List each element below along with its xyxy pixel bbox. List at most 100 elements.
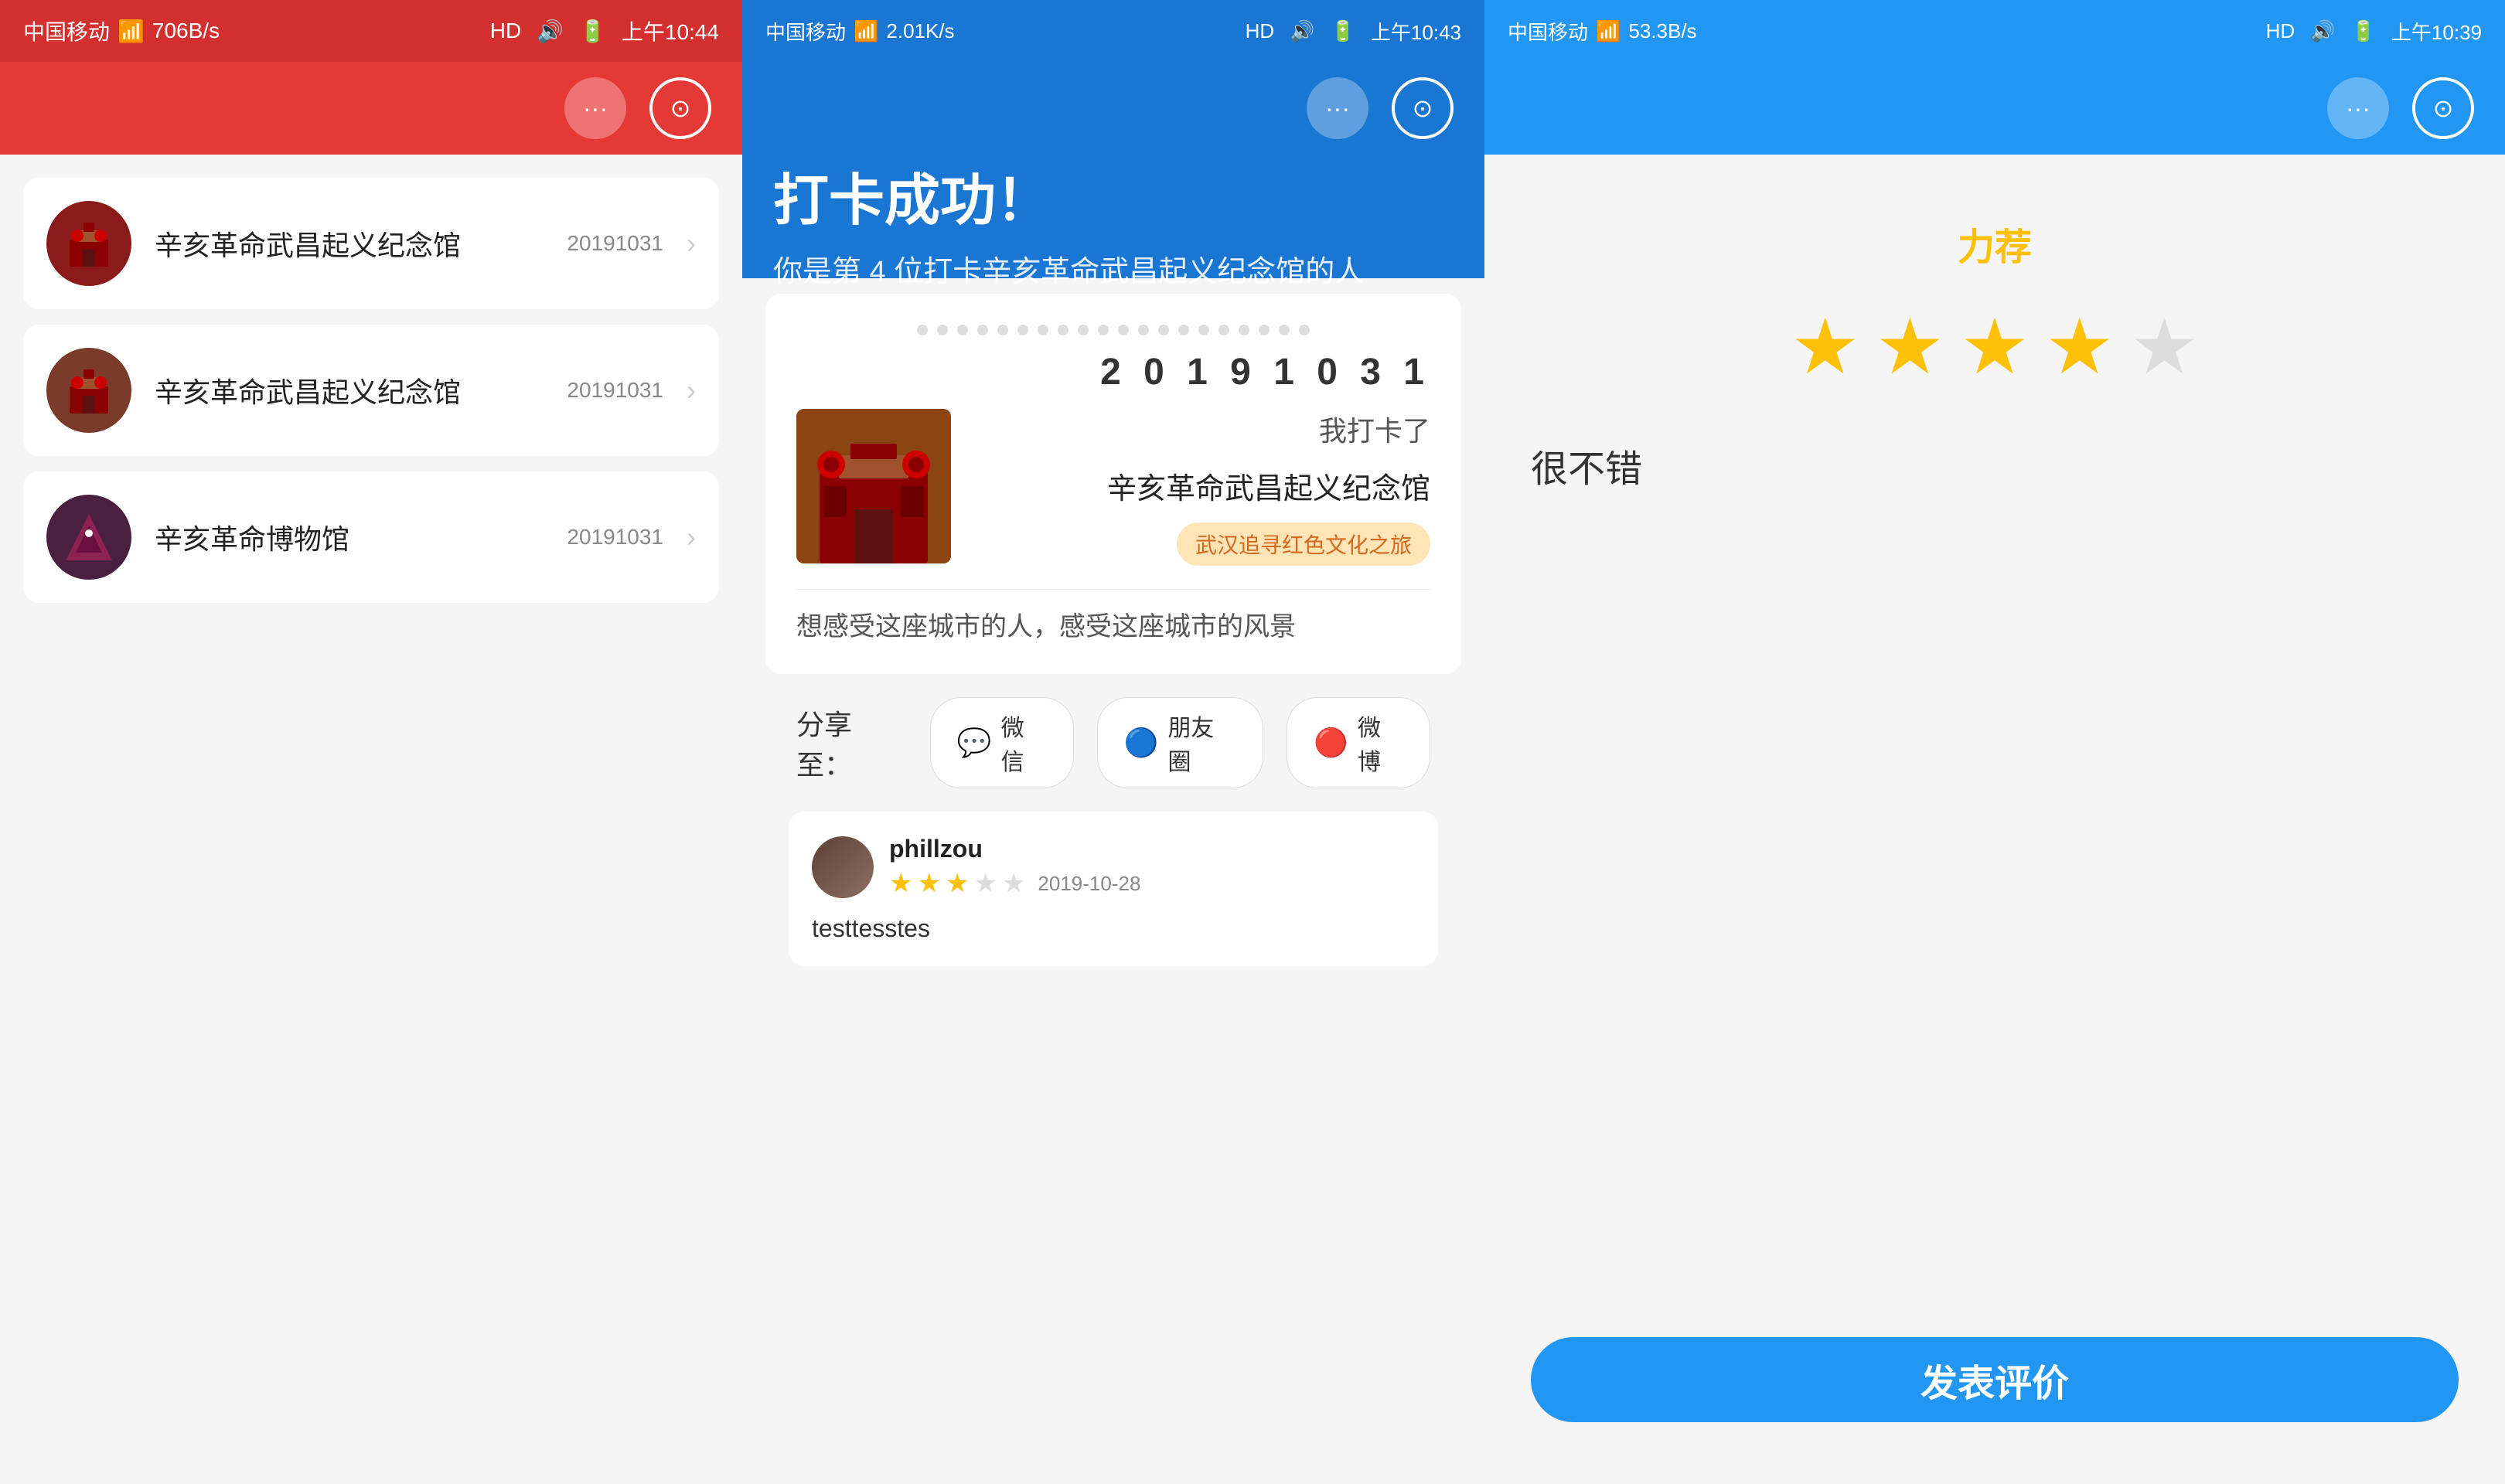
big-star-2[interactable]: ★ — [1876, 301, 1945, 392]
share-wechat-label: 微信 — [1001, 709, 1047, 777]
big-star-3[interactable]: ★ — [1960, 301, 2030, 392]
header-1: ··· ⊙ — [0, 62, 742, 155]
network-icon-2: HD — [1246, 19, 1275, 43]
time-3: 上午10:39 — [2391, 17, 2482, 46]
status-bar-2: 中国移动 📶 2.01K/s HD 🔊 🔋 上午10:43 — [742, 0, 1484, 62]
big-star-5[interactable]: ★ — [2129, 301, 2199, 392]
list-avatar-1 — [46, 348, 131, 433]
submit-review-label: 发表评价 — [1920, 1353, 2069, 1407]
signal-3: 📶 — [1596, 19, 1621, 43]
star-4: ★ — [973, 868, 997, 899]
share-weibo-btn[interactable]: 🔴 微博 — [1287, 697, 1430, 788]
comment-text: testtesstes — [812, 914, 1415, 943]
more-btn-2[interactable]: ··· — [1307, 77, 1368, 139]
battery-3: 🔋 — [2351, 19, 2376, 43]
weibo-icon: 🔴 — [1314, 727, 1348, 759]
status-left-1: 中国移动 📶 706B/s — [23, 15, 220, 46]
big-star-4[interactable]: ★ — [2045, 301, 2115, 392]
list-arrow-0: › — [687, 227, 696, 260]
star-1: ★ — [889, 868, 912, 899]
list-item-1[interactable]: 辛亥革命武昌起义纪念馆 20191031 › — [23, 325, 719, 456]
share-moments-btn[interactable]: 🔵 朋友圈 — [1097, 697, 1264, 788]
history-list: 辛亥革命武昌起义纪念馆 20191031 › 辛亥革命武昌起义纪念馆 20191… — [0, 155, 742, 626]
ticket-image — [796, 409, 951, 563]
checkin-header: ··· ⊙ 打卡成功！ 你是第 4 位打卡辛亥革命武昌起义纪念馆的人 — [742, 62, 1484, 278]
panel-checkin: 中国移动 📶 2.01K/s HD 🔊 🔋 上午10:43 ··· ⊙ 打卡成功… — [742, 0, 1484, 1484]
card-area: 2 0 1 9 1 0 3 1 — [742, 278, 1484, 1484]
list-text-2: 辛亥革命博物馆 — [155, 517, 544, 557]
list-arrow-2: › — [687, 521, 696, 553]
share-moments-label: 朋友圈 — [1167, 709, 1236, 777]
ticket-content: 我打卡了 辛亥革命武昌起义纪念馆 武汉追寻红色文化之旅 — [796, 409, 1430, 566]
moments-icon: 🔵 — [1124, 727, 1159, 759]
carrier-1: 中国移动 — [23, 15, 110, 46]
comment-date: 2019-10-28 — [1038, 872, 1140, 896]
header-blue-buttons: ··· ⊙ — [773, 77, 1454, 139]
share-section: 分享至： 💬 微信 🔵 朋友圈 🔴 微博 — [765, 674, 1461, 812]
status-bar-3: 中国移动 📶 53.3B/s HD 🔊 🔋 上午10:39 — [1484, 0, 2505, 62]
time-1: 上午10:44 — [622, 15, 719, 46]
comment-card: phillzou ★ ★ ★ ★ ★ 2019-10-28 testtesste… — [789, 812, 1438, 966]
list-text-1: 辛亥革命武昌起义纪念馆 — [155, 370, 544, 410]
carrier-3: 中国移动 — [1508, 17, 1588, 46]
ticket-date: 2 0 1 9 1 0 3 1 — [796, 351, 1430, 393]
ticket-card: 2 0 1 9 1 0 3 1 — [765, 294, 1461, 674]
status-left-2: 中国移动 📶 2.01K/s — [765, 17, 955, 46]
bt-icon-2: 🔊 — [1290, 19, 1314, 43]
status-right-2: HD 🔊 🔋 上午10:43 — [1246, 17, 1461, 46]
list-date-0: 20191031 — [567, 231, 663, 256]
list-text-0: 辛亥革命武昌起义纪念馆 — [155, 223, 544, 264]
recommend-label: 力荐 — [1958, 216, 2032, 271]
bt-icon-3: 🔊 — [2310, 19, 2335, 43]
share-wechat-btn[interactable]: 💬 微信 — [930, 697, 1074, 788]
ticket-tag: 武汉追寻红色文化之旅 — [1177, 522, 1430, 566]
status-bar-1: 中国移动 📶 706B/s HD 🔊 🔋 上午10:44 — [0, 0, 742, 62]
submit-review-btn[interactable]: 发表评价 — [1531, 1337, 2459, 1422]
star-3: ★ — [946, 868, 969, 899]
carrier-2: 中国移动 — [765, 17, 846, 46]
wechat-icon: 💬 — [957, 727, 992, 759]
panel-history: 中国移动 📶 706B/s HD 🔊 🔋 上午10:44 ··· ⊙ — [0, 0, 742, 1484]
comment-header: phillzou ★ ★ ★ ★ ★ 2019-10-28 — [812, 835, 1415, 899]
ticket-info: 我打卡了 辛亥革命武昌起义纪念馆 武汉追寻红色文化之旅 — [974, 409, 1430, 566]
review-text: 很不错 — [1531, 438, 1642, 492]
time-2: 上午10:43 — [1371, 17, 1461, 46]
review-section: 力荐 ★ ★ ★ ★ ★ 很不错 发表评价 — [1484, 155, 2505, 1484]
comment-username: phillzou — [889, 835, 1140, 863]
signal-2: 📶 — [854, 19, 878, 43]
speed-1: 706B/s — [152, 19, 220, 43]
rating-stars[interactable]: ★ ★ ★ ★ ★ — [1791, 301, 2199, 392]
speed-2: 2.01K/s — [886, 19, 954, 43]
list-date-2: 20191031 — [567, 525, 663, 550]
scan-btn-3[interactable]: ⊙ — [2412, 77, 2474, 139]
list-item-0[interactable]: 辛亥革命武昌起义纪念馆 20191031 › — [23, 178, 719, 309]
more-btn-1[interactable]: ··· — [564, 77, 626, 139]
network-icon-1: HD — [490, 19, 521, 43]
status-right-3: HD 🔊 🔋 上午10:39 — [2266, 17, 2482, 46]
share-weibo-label: 微博 — [1358, 709, 1403, 777]
speed-3: 53.3B/s — [1628, 19, 1696, 43]
panel-review: 中国移动 📶 53.3B/s HD 🔊 🔋 上午10:39 ··· ⊙ 力荐 ★… — [1484, 0, 2505, 1484]
checkin-title: 打卡成功！ — [773, 155, 1454, 236]
star-2: ★ — [917, 868, 940, 899]
list-avatar-2 — [46, 495, 131, 580]
big-star-1[interactable]: ★ — [1791, 301, 1860, 392]
list-avatar-0 — [46, 201, 131, 286]
list-item-2[interactable]: 辛亥革命博物馆 20191031 › — [23, 471, 719, 603]
star-5: ★ — [1002, 868, 1025, 899]
status-left-3: 中国移动 📶 53.3B/s — [1508, 17, 1697, 46]
comment-meta: ★ ★ ★ ★ ★ 2019-10-28 — [889, 868, 1140, 899]
battery-1: 🔋 — [579, 19, 606, 44]
scan-btn-2[interactable]: ⊙ — [1392, 77, 1454, 139]
scan-btn-1[interactable]: ⊙ — [649, 77, 711, 139]
battery-2: 🔋 — [1331, 19, 1355, 43]
bt-icon-1: 🔊 — [537, 19, 564, 44]
list-arrow-1: › — [687, 374, 696, 407]
header-3: ··· ⊙ — [1484, 62, 2505, 155]
ticket-dots — [796, 325, 1430, 335]
comment-user-info: phillzou ★ ★ ★ ★ ★ 2019-10-28 — [889, 835, 1140, 899]
more-btn-3[interactable]: ··· — [2327, 77, 2389, 139]
signal-1: 📶 — [118, 19, 145, 44]
list-date-1: 20191031 — [567, 378, 663, 403]
ticket-message: 想感受这座城市的人，感受这座城市的风景 — [796, 589, 1430, 643]
